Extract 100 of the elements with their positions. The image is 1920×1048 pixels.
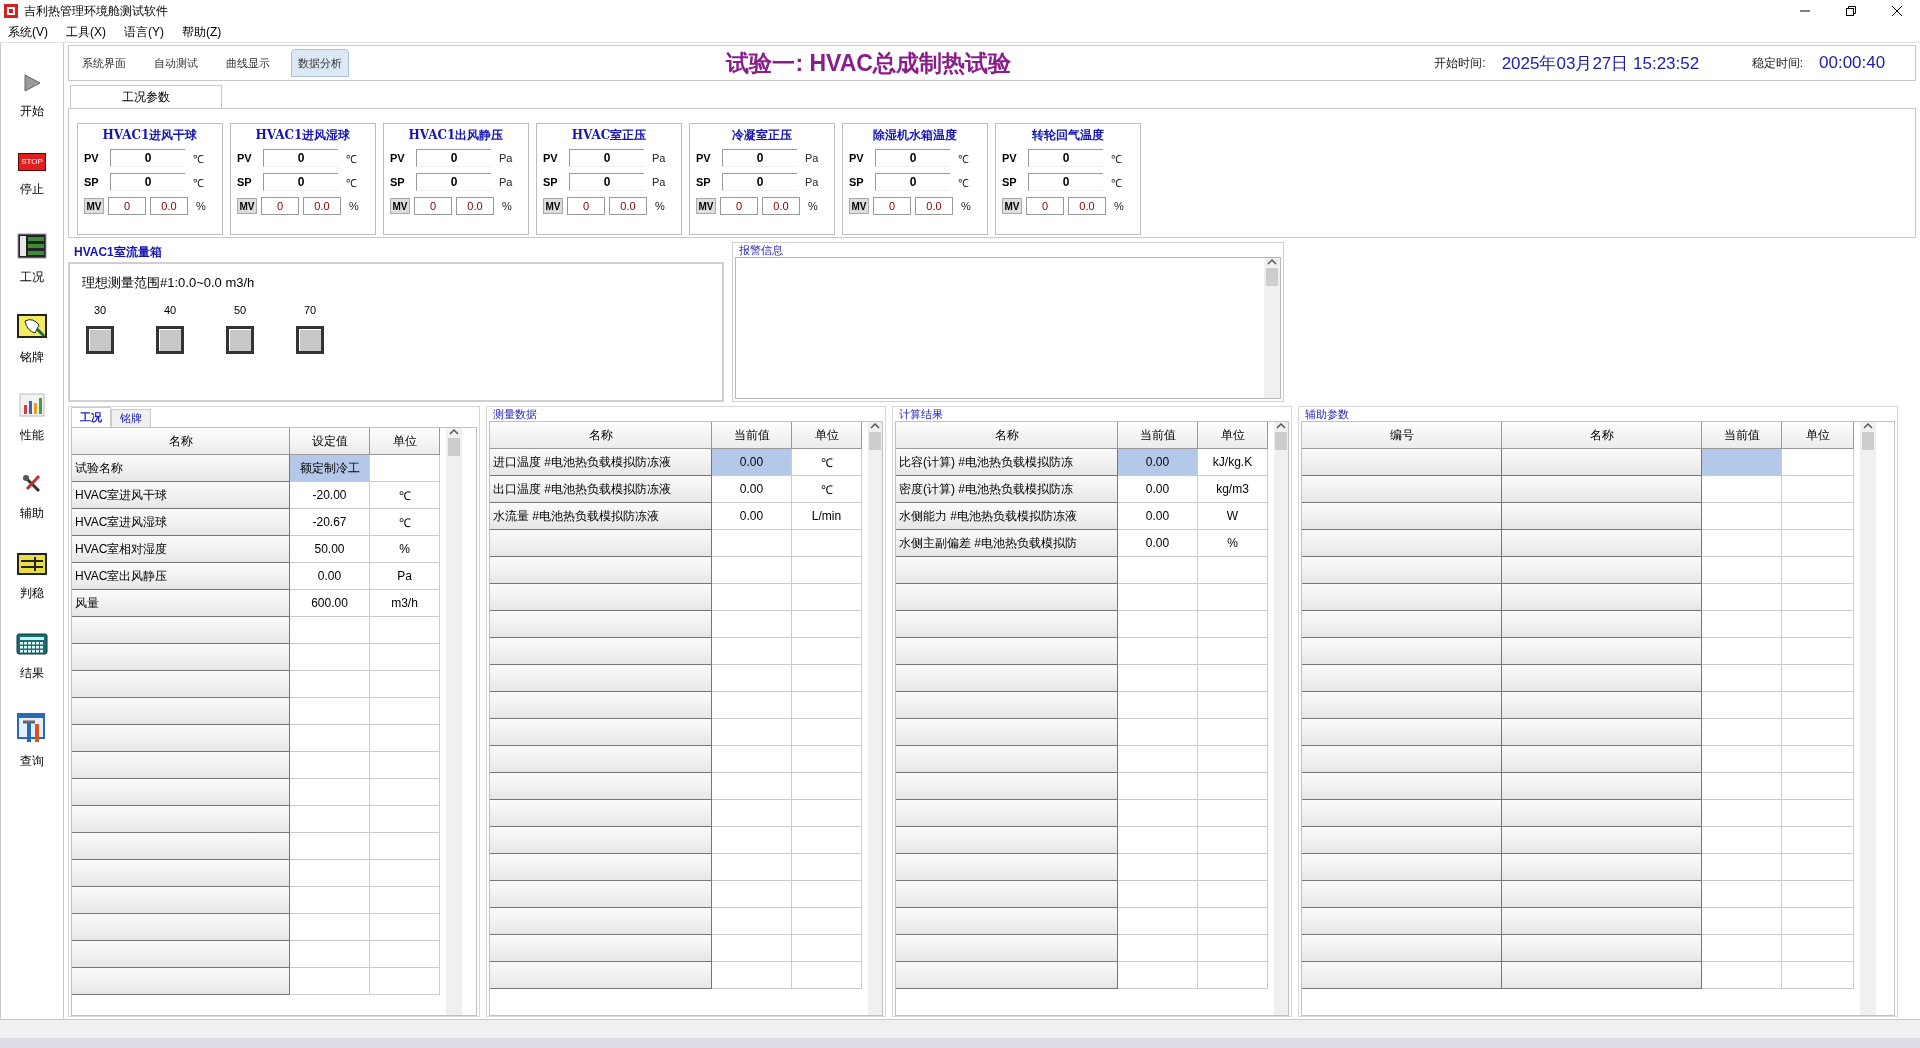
mv-button[interactable]: MV: [84, 198, 104, 214]
table-cell: [792, 827, 862, 854]
value-field[interactable]: 0: [569, 149, 644, 167]
menu-item[interactable]: 帮助(Z): [182, 23, 222, 41]
sidebar-button[interactable]: 结果: [4, 633, 60, 713]
square-button[interactable]: [226, 326, 254, 354]
output-field[interactable]: 0: [108, 197, 146, 215]
sidebar-button[interactable]: 开始: [4, 73, 60, 153]
column-header[interactable]: 单位: [370, 428, 440, 455]
scrollbar[interactable]: [446, 428, 462, 1015]
nav-tab[interactable]: 曲线显示: [219, 49, 277, 77]
column-header[interactable]: 名称: [490, 422, 712, 449]
percent-field[interactable]: 0.0: [915, 197, 953, 215]
percent-field[interactable]: 0.0: [150, 197, 188, 215]
scrollbar[interactable]: [1860, 422, 1876, 1015]
mv-button[interactable]: MV: [390, 198, 410, 214]
unit-label: ℃: [346, 151, 357, 166]
scroll-thumb[interactable]: [1862, 432, 1874, 450]
column-header[interactable]: 当前值: [712, 422, 792, 449]
value-field[interactable]: 0: [110, 149, 185, 167]
sidebar-button[interactable]: 辅助: [4, 473, 60, 553]
sidebar-button[interactable]: 查询: [4, 713, 60, 793]
output-field[interactable]: 0: [1026, 197, 1064, 215]
table-tab[interactable]: 铭牌: [111, 409, 151, 427]
scrollbar[interactable]: [868, 422, 882, 1015]
unit-label: Pa: [805, 152, 819, 164]
percent-field[interactable]: 0.0: [456, 197, 494, 215]
scroll-up-icon[interactable]: [449, 428, 459, 436]
menu-item[interactable]: 语言(Y): [124, 23, 164, 41]
percent-field[interactable]: 0.0: [609, 197, 647, 215]
scroll-up-icon[interactable]: [870, 422, 880, 430]
column-header[interactable]: 名称: [896, 422, 1118, 449]
percent-field[interactable]: 0.0: [303, 197, 341, 215]
table-tab[interactable]: 工况: [71, 407, 111, 427]
value-field[interactable]: 0: [416, 173, 491, 191]
nav-tab[interactable]: 数据分析: [291, 49, 349, 77]
sidebar-button[interactable]: STOP 停止: [4, 153, 60, 233]
percent-field[interactable]: 0.0: [1068, 197, 1106, 215]
sidebar-button[interactable]: 性能: [4, 393, 60, 473]
scroll-thumb[interactable]: [1275, 432, 1287, 450]
square-button[interactable]: [86, 326, 114, 354]
parameter-label: SP: [696, 176, 712, 188]
output-field[interactable]: 0: [414, 197, 452, 215]
output-field[interactable]: 0: [873, 197, 911, 215]
mv-button[interactable]: MV: [1002, 198, 1022, 214]
mv-button[interactable]: MV: [696, 198, 716, 214]
square-button[interactable]: [156, 326, 184, 354]
scroll-thumb[interactable]: [1266, 268, 1278, 286]
scroll-up-icon[interactable]: [1276, 422, 1286, 430]
nav-tab[interactable]: 系统界面: [75, 49, 133, 77]
value-field[interactable]: 0: [569, 173, 644, 191]
column-header[interactable]: 编号: [1302, 422, 1502, 449]
parameter-title: 除湿机水箱温度: [872, 127, 958, 144]
table-cell: [1782, 962, 1854, 989]
mv-button[interactable]: MV: [237, 198, 257, 214]
nav-tab[interactable]: 自动测试: [147, 49, 205, 77]
square-button[interactable]: [296, 326, 324, 354]
column-header[interactable]: 当前值: [1118, 422, 1198, 449]
scroll-up-icon[interactable]: [1863, 422, 1873, 430]
value-field[interactable]: 0: [1028, 149, 1103, 167]
scroll-up-icon[interactable]: [1267, 258, 1277, 266]
mv-button[interactable]: MV: [849, 198, 869, 214]
column-header[interactable]: 名称: [1502, 422, 1702, 449]
scroll-thumb[interactable]: [448, 438, 460, 456]
sidebar-button[interactable]: 判稳: [4, 553, 60, 633]
sidebar-button[interactable]: 铭牌: [4, 313, 60, 393]
value-field[interactable]: 0: [263, 173, 338, 191]
value-field[interactable]: 0: [1028, 173, 1103, 191]
table-cell: 0.00: [1118, 476, 1198, 503]
column-header[interactable]: 单位: [1198, 422, 1268, 449]
column-header[interactable]: 设定值: [290, 428, 370, 455]
menu-item[interactable]: 工具(X): [66, 23, 106, 41]
output-field[interactable]: 0: [567, 197, 605, 215]
value-field[interactable]: 0: [263, 149, 338, 167]
table-cell: ℃: [792, 476, 862, 503]
value-field[interactable]: 0: [722, 173, 797, 191]
scroll-thumb[interactable]: [869, 432, 881, 450]
sidebar-button[interactable]: 工况: [4, 233, 60, 313]
value-field[interactable]: 0: [875, 173, 950, 191]
table-cell: 0.00: [712, 449, 792, 476]
output-field[interactable]: 0: [261, 197, 299, 215]
value-field[interactable]: 0: [416, 149, 491, 167]
value-field[interactable]: 0: [722, 149, 797, 167]
scrollbar[interactable]: [1264, 258, 1280, 398]
group-title: 辅助参数: [1304, 407, 1350, 421]
column-header[interactable]: 名称: [72, 428, 290, 455]
column-header[interactable]: 当前值: [1702, 422, 1782, 449]
output-field[interactable]: 0: [720, 197, 758, 215]
menu-item[interactable]: 系统(V): [8, 23, 48, 41]
value-field[interactable]: 0: [875, 149, 950, 167]
scrollbar[interactable]: [1274, 422, 1288, 1015]
column-header[interactable]: 单位: [792, 422, 862, 449]
parameter-title: 转轮回气温度: [1031, 127, 1105, 144]
parameter-label: PV: [543, 152, 559, 164]
mv-button[interactable]: MV: [543, 198, 563, 214]
panel-tab[interactable]: 工况参数: [70, 85, 222, 108]
column-header[interactable]: 单位: [1782, 422, 1854, 449]
value-field[interactable]: 0: [110, 173, 185, 191]
percent-field[interactable]: 0.0: [762, 197, 800, 215]
unit-label: ℃: [193, 175, 204, 190]
